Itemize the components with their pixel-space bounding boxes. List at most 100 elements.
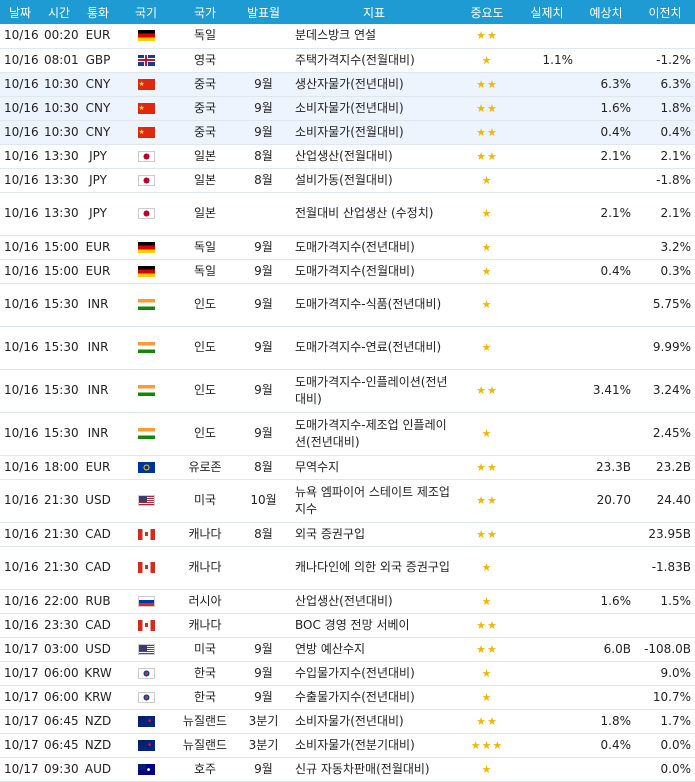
cell-cur: EUR: [78, 259, 118, 284]
flag-gb-icon: [137, 54, 155, 66]
cell-importance: ★: [457, 48, 517, 73]
cell-indicator[interactable]: 신규 자동차판매(전월대비): [291, 757, 457, 782]
cell-indicator[interactable]: 도매가격지수-인플레이션(전년대비): [291, 369, 457, 413]
table-row[interactable]: 10/16 15:30 INR 인도 9월 도매가격지수-식품(전년대비) ★ 5.75%: [0, 283, 695, 327]
cell-indicator[interactable]: 수입물가지수(전년대비): [291, 661, 457, 686]
table-row[interactable]: 10/16 15:30 INR 인도 9월 도매가격지수-연료(전년대비) ★ 9.99%: [0, 326, 695, 370]
table-row[interactable]: 10/17 06:00 KRW 한국 9월 수출물가지수(전년대비) ★ 10.7%: [0, 685, 695, 710]
cell-country: 인도: [174, 412, 236, 456]
importance-star-icon: ★: [481, 427, 493, 440]
table-row[interactable]: 10/16 00:20 EUR 독일 분데스방크 연설 ★★: [0, 24, 695, 49]
importance-star-icon: ★: [481, 561, 493, 574]
cell-indicator[interactable]: 수출물가지수(전년대비): [291, 685, 457, 710]
flag-us-icon: [137, 495, 155, 506]
cell-actual: [517, 235, 577, 260]
table-row[interactable]: 10/16 15:00 EUR 독일 9월 도매가격지수(전년대비) ★ 3.2%: [0, 235, 695, 260]
cell-importance: ★★: [457, 120, 517, 145]
table-row[interactable]: 10/17 03:00 USD 미국 9월 연방 예산수지 ★★ 6.0B -108.0B: [0, 637, 695, 662]
flag-in-icon: [137, 299, 155, 310]
flag-au-icon: [137, 763, 155, 775]
cell-time: 06:00: [40, 661, 79, 686]
cell-indicator[interactable]: 설비가동(전월대비): [291, 168, 457, 193]
flag-jp-icon: [137, 150, 155, 162]
cell-indicator[interactable]: 전월대비 산업생산 (수정치): [291, 192, 457, 236]
cell-flag: [118, 144, 174, 169]
cell-indicator[interactable]: 소비자물가(전년대비): [291, 709, 457, 734]
importance-star-icon: ★: [481, 264, 493, 278]
cell-indicator[interactable]: 산업생산(전월대비): [291, 144, 457, 169]
cell-importance: ★★: [457, 522, 517, 547]
cell-actual: [517, 192, 577, 236]
cell-importance: ★★: [457, 455, 517, 480]
table-row[interactable]: 10/16 08:01 GBP 영국 주택가격지수(전월대비) ★ 1.1% -1.2%: [0, 48, 695, 73]
cell-indicator[interactable]: 도매가격지수-연료(전년대비): [291, 326, 457, 370]
cell-actual: [517, 144, 577, 169]
table-row[interactable]: 10/1610:30CNY 중국9월소비자물가(전년대비) ★★ 1.6%1.8%: [0, 96, 695, 121]
table-row[interactable]: 10/16 21:30 CAD 캐나다 8월 외국 증권구입 ★★ 23.95B: [0, 522, 695, 547]
table-row[interactable]: 10/1610:30CNY 중국9월소비자물가(전월대비) ★★ 0.4%0.4%: [0, 120, 695, 145]
table-row[interactable]: 10/1709:30AUD 호주9월신규 자동차판매(전월대비) ★ 0.0%: [0, 757, 695, 782]
cell-flag: [118, 235, 174, 260]
cell-flag: [118, 96, 174, 121]
table-row[interactable]: 10/16 21:30 CAD 캐나다 캐나다인에 의한 외국 증권구입 ★ -1.83B: [0, 546, 695, 590]
cell-flag: [118, 412, 174, 456]
cell-time: 10:30: [40, 72, 79, 97]
table-row[interactable]: 10/1610:30CNY 중국9월생산자물가(전년대비) ★★ 6.3%6.3%: [0, 72, 695, 97]
header-flag: 국기: [118, 0, 174, 24]
importance-star-icon: ★★★: [470, 738, 504, 752]
cell-indicator[interactable]: 외국 증권구입: [291, 522, 457, 547]
table-row[interactable]: 10/1706:45NZD 뉴질랜드3분기소비자물가(전분기대비) ★★★ 0.4%0…: [0, 733, 695, 758]
cell-indicator[interactable]: 캐나다인에 의한 외국 증권구입: [291, 546, 457, 590]
table-row[interactable]: 10/16 18:00 EUR 유로존 8월 무역수지 ★★ 23.3B 23.2B: [0, 455, 695, 480]
importance-star-icon: ★★: [476, 101, 498, 115]
cell-indicator[interactable]: 주택가격지수(전월대비): [291, 48, 457, 73]
cell-indicator[interactable]: 소비자물가(전월대비): [291, 120, 457, 145]
cell-date: 10/16: [0, 283, 40, 327]
cell-indicator[interactable]: 도매가격지수(전월대비): [291, 259, 457, 284]
cell-forecast: [577, 283, 635, 327]
cell-indicator[interactable]: 생산자물가(전년대비): [291, 72, 457, 97]
cell-month: 8월: [236, 455, 291, 480]
cell-indicator[interactable]: 무역수지: [291, 455, 457, 480]
cell-indicator[interactable]: 분데스방크 연설: [291, 24, 457, 49]
cell-indicator[interactable]: 소비자물가(전년대비): [291, 96, 457, 121]
flag-kr-icon: [137, 667, 155, 679]
cell-time: 15:30: [40, 369, 79, 413]
cell-actual: [517, 283, 577, 327]
cell-cur: CAD: [78, 546, 118, 590]
importance-star-icon: ★★: [476, 29, 498, 43]
cell-indicator[interactable]: 뉴욕 엠파이어 스테이트 제조업 지수: [291, 479, 457, 523]
cell-month: 9월: [236, 235, 291, 260]
cell-country: 일본: [174, 168, 236, 193]
table-row[interactable]: 10/16 15:00 EUR 독일 9월 도매가격지수(전월대비) ★ 0.4% 0.3%: [0, 259, 695, 284]
cell-previous: 3.24%: [635, 369, 695, 413]
table-row[interactable]: 10/1706:45NZD 뉴질랜드3분기소비자물가(전년대비) ★★ 1.8%1.7…: [0, 709, 695, 734]
table-row[interactable]: 10/16 21:30 USD 미국 10월 뉴욕 엠파이어 스테이트 제조업 지수 ★★ 2…: [0, 479, 695, 523]
flag-ru-icon: [137, 595, 155, 607]
importance-star-icon: ★: [481, 762, 493, 776]
table-row[interactable]: 10/17 06:00 KRW 한국 9월 수입물가지수(전년대비) ★ 9.0%: [0, 661, 695, 686]
cell-indicator[interactable]: BOC 경영 전망 서베이: [291, 613, 457, 638]
cell-cur: EUR: [78, 24, 118, 49]
cell-indicator[interactable]: 소비자물가(전분기대비): [291, 733, 457, 758]
table-row[interactable]: 10/16 23:30 CAD 캐나다 BOC 경영 전망 서베이 ★★: [0, 613, 695, 638]
cell-forecast: 0.4%: [577, 733, 635, 758]
cell-importance: ★★: [457, 72, 517, 97]
table-row[interactable]: 10/16 13:30 JPY 일본 8월 설비가동(전월대비) ★ -1.8%: [0, 168, 695, 193]
cell-actual: [517, 709, 577, 734]
cell-country: 유로존: [174, 455, 236, 480]
cell-indicator[interactable]: 도매가격지수-식품(전년대비): [291, 283, 457, 327]
table-body: 10/16 00:20 EUR 독일 분데스방크 연설 ★★ 10/16 08:01 GBP 영국…: [0, 24, 695, 782]
cell-month: 9월: [236, 72, 291, 97]
cell-indicator[interactable]: 도매가격지수-제조업 인플레이션(전년대비): [291, 412, 457, 456]
table-row[interactable]: 10/16 13:30 JPY 일본 8월 산업생산(전월대비) ★★ 2.1% 2.1%: [0, 144, 695, 169]
cell-indicator[interactable]: 산업생산(전년대비): [291, 589, 457, 614]
cell-indicator[interactable]: 도매가격지수(전년대비): [291, 235, 457, 260]
cell-indicator[interactable]: 연방 예산수지: [291, 637, 457, 662]
cell-previous: -108.0B: [635, 637, 695, 662]
table-row[interactable]: 10/16 13:30 JPY 일본 전월대비 산업생산 (수정치) ★ 2.1% 2.1%: [0, 192, 695, 236]
table-row[interactable]: 10/16 15:30 INR 인도 9월 도매가격지수-제조업 인플레이션(전년대비) ★…: [0, 412, 695, 456]
cell-actual: [517, 613, 577, 638]
table-row[interactable]: 10/16 15:30 INR 인도 9월 도매가격지수-인플레이션(전년대비) ★★ 3.4…: [0, 369, 695, 413]
table-row[interactable]: 10/16 22:00 RUB 러시아 산업생산(전년대비) ★ 1.6% 1.5%: [0, 589, 695, 614]
